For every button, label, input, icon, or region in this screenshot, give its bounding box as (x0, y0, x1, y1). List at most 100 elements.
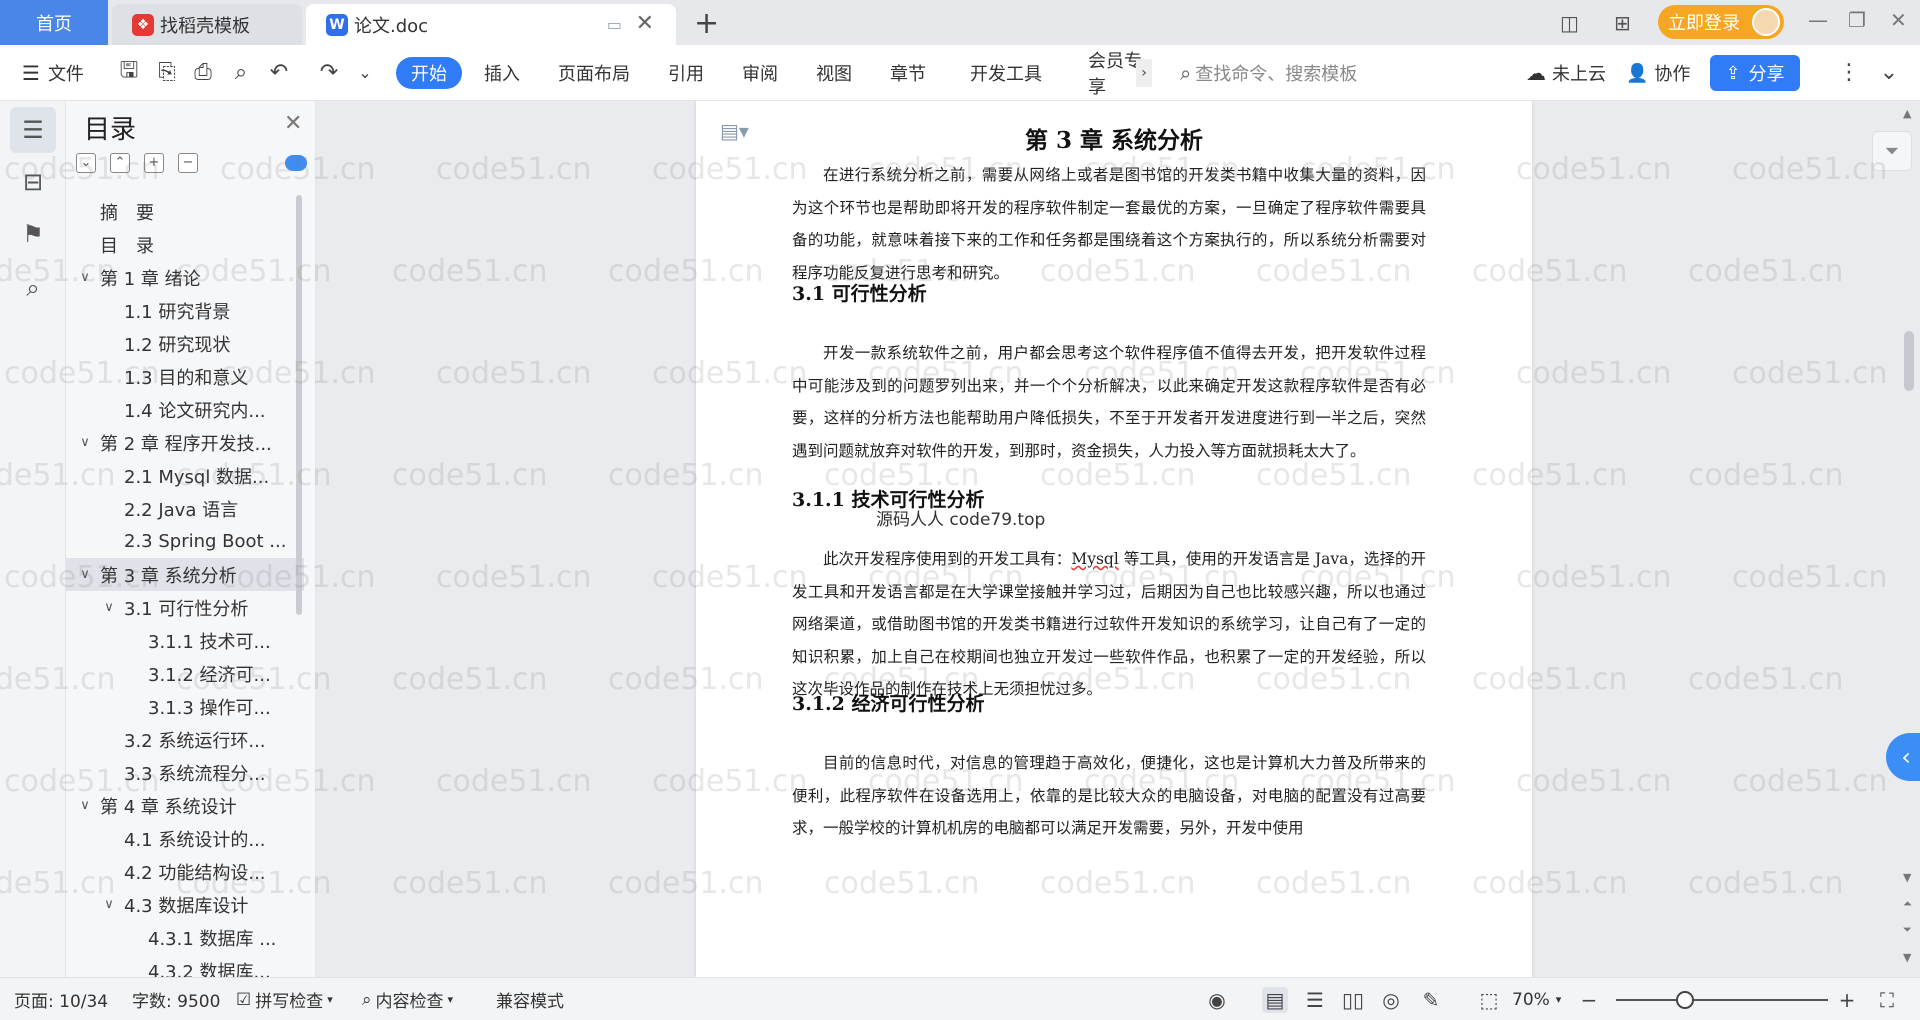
collapse-ribbon-icon[interactable]: ⌄ (1876, 59, 1902, 85)
login-button[interactable]: 立即登录 (1658, 5, 1784, 39)
next-page-icon[interactable]: ⏷ (1903, 923, 1912, 937)
tab-review[interactable]: 审阅 (742, 45, 778, 101)
fullscreen-icon[interactable]: ⛶ (1874, 987, 1900, 1013)
close-window-icon[interactable]: ✕ (1890, 8, 1907, 32)
toc-item[interactable]: 1.3 目的和意义 (66, 360, 304, 393)
remove-heading-icon[interactable]: − (178, 153, 198, 173)
web-view-icon[interactable]: ◎ (1378, 987, 1404, 1013)
more-options-icon[interactable]: ⋮ (1836, 59, 1862, 85)
command-search[interactable]: ⌕ 查找命令、搜索模板 (1180, 45, 1357, 101)
toc-item[interactable]: 2.3 Spring Boot ... (66, 525, 304, 558)
tab-insert[interactable]: 插入 (484, 45, 520, 101)
toc-item[interactable]: 1.2 研究现状 (66, 327, 304, 360)
document-scrollbar[interactable] (1904, 331, 1914, 391)
prev-page-icon[interactable]: ⏶ (1903, 897, 1912, 911)
content-check-button[interactable]: ⌕ 内容检查 ▾ (362, 978, 453, 1020)
toc-panel-icon[interactable]: ☰ (10, 107, 56, 153)
tab-page-layout[interactable]: 页面布局 (558, 45, 630, 101)
outline-icon[interactable]: ⊟ (10, 159, 56, 205)
search-input[interactable]: 查找命令、搜索模板 (1195, 60, 1357, 86)
zoom-level[interactable]: 70% ▾ (1512, 978, 1561, 1020)
toc-item[interactable]: 3.1.2 经济可... (66, 657, 304, 690)
fit-page-icon[interactable]: ⬚ (1476, 987, 1502, 1013)
toc-item[interactable]: 4.2 功能结构设... (66, 855, 304, 888)
zoom-slider-handle[interactable] (1676, 991, 1694, 1009)
more-quick-icon[interactable]: ⌄ (352, 59, 378, 85)
spellcheck-button[interactable]: ☑ 拼写检查 ▾ (236, 978, 333, 1020)
add-tab-button[interactable]: + (694, 6, 719, 41)
page-indicator[interactable]: 页面: 10/34 (14, 978, 108, 1020)
save-icon[interactable]: 🖫 (116, 58, 142, 85)
toc-item[interactable]: 4.3.2 数据库... (66, 954, 304, 978)
toc-item[interactable]: ∨ 第 1 章 绪论 (66, 261, 304, 294)
print-preview-icon[interactable]: ⌕ (228, 59, 254, 85)
tab-chapter[interactable]: 章节 (890, 45, 926, 101)
toc-item[interactable]: 4.3.1 数据库 ... (66, 921, 304, 954)
undo-icon[interactable]: ↶ (266, 59, 292, 85)
zoom-slider[interactable] (1616, 999, 1828, 1001)
tab-view[interactable]: 视图 (816, 45, 852, 101)
toc-item[interactable]: ∨ 3.1 可行性分析 (66, 591, 304, 624)
redo-icon[interactable]: ↷ (316, 59, 342, 85)
toc-item[interactable]: 摘 要 (66, 195, 304, 228)
tab-document[interactable]: W 论文.doc ▭ ✕ (306, 4, 676, 45)
scroll-up-icon[interactable]: ▲ (1903, 107, 1911, 120)
tab-developer[interactable]: 开发工具 (970, 45, 1042, 101)
scroll-down-icon[interactable]: ▼ (1903, 951, 1911, 964)
bookmark-icon[interactable]: ⚑ (10, 211, 56, 257)
monitor-icon[interactable]: ▭ (607, 15, 622, 34)
scroll-right-icon[interactable]: › (1136, 59, 1152, 87)
toc-item[interactable]: 1.4 论文研究内... (66, 393, 304, 426)
restore-icon[interactable]: ❐ (1848, 8, 1866, 32)
chevron-down-icon[interactable]: ∨ (76, 798, 94, 813)
spelling-error[interactable]: Mysql (1071, 550, 1118, 568)
scroll-page-down-icon[interactable]: ▼ (1903, 871, 1911, 884)
toc-sync-toggle[interactable] (285, 155, 307, 171)
document-page[interactable]: ▤▾ 第 3 章 系统分析 在进行系统分析之前，需要从网络上或者是图书馆的开发类… (696, 101, 1532, 977)
toc-item[interactable]: 3.1.1 技术可... (66, 624, 304, 657)
toc-item[interactable]: 1.1 研究背景 (66, 294, 304, 327)
zoom-in-icon[interactable]: + (1834, 987, 1860, 1013)
write-mode-icon[interactable]: ✎ (1418, 987, 1444, 1013)
page-view-icon[interactable]: ▤ (1262, 987, 1288, 1013)
zoom-out-icon[interactable]: − (1576, 987, 1602, 1013)
layout-view-icon[interactable]: ◫ (1560, 0, 1579, 45)
toc-item[interactable]: 3.2 系统运行环... (66, 723, 304, 756)
eye-protection-icon[interactable]: ◉ (1204, 987, 1230, 1013)
chevron-down-icon[interactable]: ∨ (76, 270, 94, 285)
toc-item[interactable]: ∨ 第 2 章 程序开发技... (66, 426, 304, 459)
chevron-down-icon[interactable]: ∨ (100, 600, 118, 615)
close-toc-icon[interactable]: ✕ (284, 111, 302, 136)
file-menu[interactable]: ☰ 文件 (22, 45, 84, 101)
toc-item[interactable]: 3.3 系统流程分... (66, 756, 304, 789)
cloud-status[interactable]: ☁ 未上云 (1526, 45, 1606, 101)
toc-scrollbar[interactable] (296, 195, 302, 615)
tab-home[interactable]: 首页 (0, 0, 108, 45)
toc-item[interactable]: 3.1.3 操作可... (66, 690, 304, 723)
tab-start[interactable]: 开始 (396, 57, 462, 89)
toc-item[interactable]: 2.2 Java 语言 (66, 492, 304, 525)
share-button[interactable]: ⇪ 分享 (1710, 55, 1800, 91)
expand-side-panel-icon[interactable]: ‹ (1886, 733, 1920, 781)
minimize-icon[interactable]: — (1808, 8, 1828, 32)
add-heading-icon[interactable]: + (144, 153, 164, 173)
toc-item[interactable]: ∨ 第 3 章 系统分析 (66, 558, 304, 591)
toc-item[interactable]: ∨ 第 4 章 系统设计 (66, 789, 304, 822)
chevron-down-icon[interactable]: ∨ (76, 435, 94, 450)
toc-item[interactable]: ∨ 4.3 数据库设计 (66, 888, 304, 921)
outline-view-icon[interactable]: ☰ (1302, 987, 1328, 1013)
chevron-down-icon[interactable]: ∨ (76, 567, 94, 582)
expand-level-icon[interactable]: ⌃ (110, 153, 130, 173)
tab-templates[interactable]: ❖ 找稻壳模板 (112, 4, 302, 45)
close-tab-icon[interactable]: ✕ (636, 11, 654, 36)
export-icon[interactable]: ⎘ (154, 59, 180, 85)
print-icon[interactable]: ⎙ (190, 59, 216, 85)
collapse-all-icon[interactable]: ⌄ (76, 153, 96, 173)
collab-button[interactable]: 👤 协作 (1626, 45, 1690, 101)
filter-panel-icon[interactable]: ⏷ (1872, 131, 1912, 171)
toc-item[interactable]: 4.1 系统设计的... (66, 822, 304, 855)
search-doc-icon[interactable]: ⌕ (10, 265, 56, 311)
tab-references[interactable]: 引用 (668, 45, 704, 101)
toc-item[interactable]: 2.1 Mysql 数据... (66, 459, 304, 492)
apps-grid-icon[interactable]: ⊞ (1614, 0, 1631, 45)
